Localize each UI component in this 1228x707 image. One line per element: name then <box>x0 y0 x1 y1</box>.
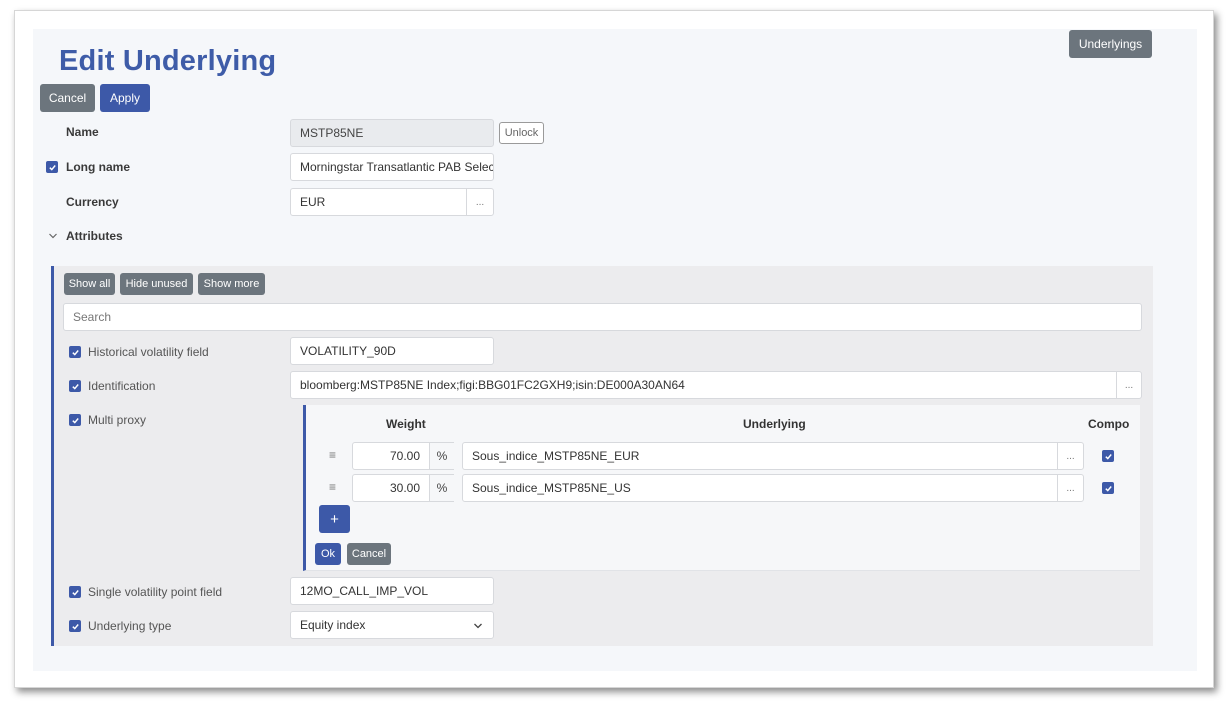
proxy-weight-input[interactable]: 30.00 <box>352 474 430 502</box>
underlying-type-value: Equity index <box>300 618 366 632</box>
hide-unused-button[interactable]: Hide unused <box>120 273 193 295</box>
underlying-type-label: Underlying type <box>88 619 172 633</box>
check-icon <box>71 383 79 390</box>
name-label: Name <box>66 125 99 139</box>
attributes-search-input[interactable]: Search <box>63 303 1142 331</box>
underlying-type-select[interactable]: Equity index <box>290 611 494 639</box>
proxy-cancel-button[interactable]: Cancel <box>347 543 391 565</box>
proxy-underlying-input[interactable]: Sous_indice_MSTP85NE_US <box>462 474 1058 502</box>
compo-column-header: Compo <box>1088 417 1130 431</box>
historical-volatility-checkbox[interactable] <box>69 346 81 358</box>
underlying-column-header: Underlying <box>743 417 806 431</box>
check-icon <box>1104 453 1112 460</box>
cancel-button[interactable]: Cancel <box>40 84 95 112</box>
check-icon <box>48 164 56 171</box>
percent-addon: % <box>430 442 454 470</box>
proxy-underlying-picker-button[interactable]: ... <box>1057 442 1084 470</box>
chevron-down-icon[interactable] <box>48 231 58 241</box>
underlyings-button[interactable]: Underlyings <box>1069 30 1152 58</box>
multi-proxy-editor: Weight Underlying Compo ≡ 70.00 % Sous_i… <box>303 405 1140 571</box>
check-icon <box>1104 485 1112 492</box>
check-icon <box>71 349 79 356</box>
identification-picker-button[interactable]: ... <box>1116 371 1142 399</box>
attributes-panel: Show all Hide unused Show more Search Hi… <box>51 266 1153 646</box>
multi-proxy-label: Multi proxy <box>88 413 147 427</box>
historical-volatility-field[interactable]: VOLATILITY_90D <box>290 337 494 365</box>
attributes-toggle[interactable]: Attributes <box>66 229 123 243</box>
check-icon <box>71 589 79 596</box>
proxy-ok-button[interactable]: Ok <box>315 543 341 565</box>
single-volatility-label: Single volatility point field <box>88 585 223 599</box>
currency-picker-button[interactable]: ... <box>466 188 494 216</box>
check-icon <box>71 417 79 424</box>
proxy-underlying-picker-button[interactable]: ... <box>1057 474 1084 502</box>
show-more-button[interactable]: Show more <box>198 273 265 295</box>
weight-column-header: Weight <box>386 417 426 431</box>
historical-volatility-label: Historical volatility field <box>88 345 209 359</box>
apply-button[interactable]: Apply <box>100 84 150 112</box>
page-title: Edit Underlying <box>59 45 277 77</box>
proxy-underlying-input[interactable]: Sous_indice_MSTP85NE_EUR <box>462 442 1058 470</box>
identification-field[interactable]: bloomberg:MSTP85NE Index;figi:BBG01FC2GX… <box>290 371 1117 399</box>
underlying-type-checkbox[interactable] <box>69 620 81 632</box>
check-icon <box>71 623 79 630</box>
identification-checkbox[interactable] <box>69 380 81 392</box>
drag-handle-icon[interactable]: ≡ <box>329 448 336 462</box>
long-name-checkbox[interactable] <box>46 161 58 173</box>
multi-proxy-checkbox[interactable] <box>69 414 81 426</box>
edit-underlying-page: Edit Underlying Underlyings Cancel Apply… <box>33 29 1197 671</box>
unlock-button[interactable]: Unlock <box>499 122 544 144</box>
percent-addon: % <box>430 474 454 502</box>
identification-label: Identification <box>88 379 156 393</box>
window-frame: Edit Underlying Underlyings Cancel Apply… <box>14 10 1214 688</box>
long-name-label: Long name <box>66 160 131 174</box>
proxy-weight-input[interactable]: 70.00 <box>352 442 430 470</box>
single-volatility-checkbox[interactable] <box>69 586 81 598</box>
drag-handle-icon[interactable]: ≡ <box>329 480 336 494</box>
long-name-field[interactable]: Morningstar Transatlantic PAB Selec <box>290 153 494 181</box>
single-volatility-field[interactable]: 12MO_CALL_IMP_VOL <box>290 577 494 605</box>
proxy-compo-checkbox[interactable] <box>1102 450 1114 462</box>
currency-field[interactable]: EUR <box>290 188 467 216</box>
currency-label: Currency <box>66 195 119 209</box>
chevron-down-icon <box>474 623 482 629</box>
add-proxy-button[interactable]: + <box>319 505 350 533</box>
name-field[interactable]: MSTP85NE <box>290 119 494 147</box>
show-all-button[interactable]: Show all <box>64 273 115 295</box>
proxy-compo-checkbox[interactable] <box>1102 482 1114 494</box>
